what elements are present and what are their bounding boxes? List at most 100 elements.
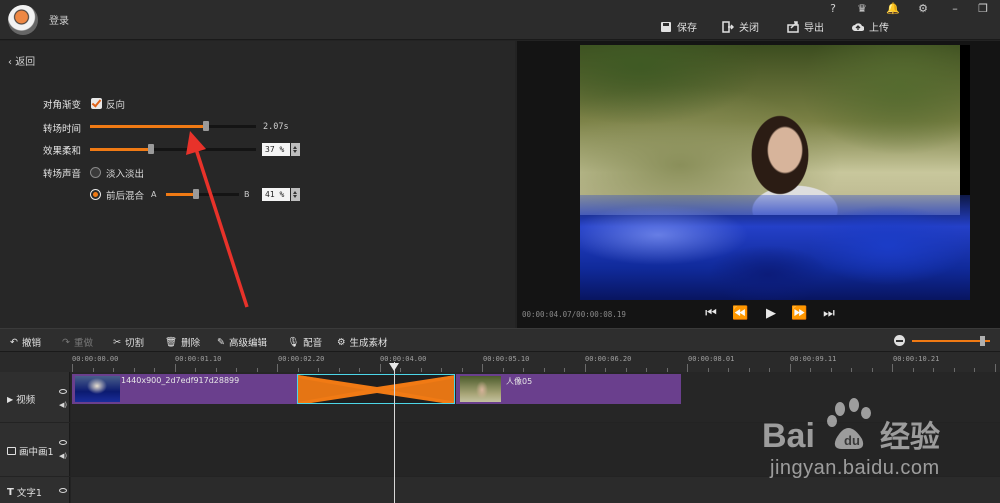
pip-track-header: 画中画1 ◀) [0,423,70,476]
upload-button[interactable]: 上传 [852,19,889,34]
ruler-tick [277,364,278,372]
ruler-label: 00:00:04.00 [380,355,427,363]
transition-sound-label: 转场声音 [43,169,82,180]
app-logo [8,5,38,35]
preview-panel: 00:00:04.07/00:00:08.19 ⏮ ⏪ ▶ ⏩ ⏭ [517,41,1000,328]
save-label: 保存 [677,23,697,34]
transition-time-fill [90,125,206,128]
reverse-label: 反向 [106,100,126,111]
skip-start-icon[interactable]: ⏮ [703,306,719,322]
ruler-tick [380,364,381,372]
dub-button[interactable]: 🎙 配音 [287,335,322,350]
speaker-icon[interactable]: ◀) [59,402,67,409]
trash-icon: 🗑 [165,336,178,348]
svg-text:Bai: Bai [762,417,815,455]
advanced-edit-label: 高级编辑 [228,338,267,349]
undo-label: 撤销 [21,338,41,349]
playhead-handle[interactable] [389,363,399,376]
eye-icon[interactable] [59,389,67,394]
effect-softness-handle[interactable] [148,144,154,154]
undo-button[interactable]: ↶ 撤销 [10,335,41,350]
transition-x-icon [298,375,454,403]
effect-softness-input[interactable]: 37 % [262,143,290,156]
exit-icon [722,20,734,33]
ruler-label: 00:00:02.20 [278,355,325,363]
ruler-tick [892,364,893,372]
back-button[interactable]: ‹ 返回 [8,53,35,68]
bell-icon[interactable]: 🔔 [886,2,900,16]
export-label: 导出 [804,23,824,34]
save-icon [661,21,671,32]
timeline-ruler[interactable]: 00:00:00.00 00:00:01.10 00:00:02.20 00:0… [0,352,1000,372]
back-label: 返回 [15,57,36,68]
help-icon[interactable]: ? [826,2,840,16]
video-clip[interactable]: 1440x900_2d7edf917d28899 [72,374,297,404]
redo-button[interactable]: ↷ 重做 [62,335,93,350]
mix-radio[interactable] [90,189,101,200]
fade-label: 淡入淡出 [106,169,145,180]
login-link[interactable]: 登录 [49,12,69,27]
effect-softness-stepper[interactable] [291,143,300,156]
mix-stepper[interactable] [291,188,300,201]
transition-time-handle[interactable] [203,121,209,131]
ruler-label: 00:00:01.10 [175,355,222,363]
zoom-slider[interactable] [912,340,990,342]
redo-label: 重做 [73,338,93,349]
step-back-icon[interactable]: ⏪ [732,306,748,322]
cut-label: 切割 [124,338,144,349]
zoom-out-icon[interactable] [894,335,905,346]
watermark-url: jingyan.baidu.com [770,457,940,479]
ruler-tick [72,364,73,372]
redo-icon: ↷ [62,336,70,348]
ruler-label: 00:00:05.10 [483,355,530,363]
ruler-tick [175,364,176,372]
preview-frame-blue-rocks [580,195,970,300]
film-reel-icon: ⚙ [337,336,346,348]
upload-label: 上传 [869,23,889,34]
transition-block[interactable] [297,374,455,404]
ruler-label: 00:00:08.01 [688,355,735,363]
playhead-line[interactable] [394,362,395,503]
close-button[interactable]: 关闭 [722,19,759,34]
crown-icon[interactable]: ♛ [855,2,869,16]
skip-end-icon[interactable]: ⏭ [821,306,837,322]
video-clip[interactable]: 人像05 [456,374,681,404]
video-track-title: ▶ 视频 [7,392,35,407]
pip-track-title: 画中画1 [7,444,54,458]
generate-button[interactable]: ⚙ 生成素材 [337,335,388,350]
play-icon[interactable]: ▶ [763,306,779,322]
undo-icon: ↶ [10,336,18,348]
red-arrow-annotation [186,131,249,308]
diagonal-gradient-label: 对角渐变 [43,100,82,111]
transition-time-label: 转场时间 [43,124,82,135]
minimize-icon[interactable]: – [948,2,962,16]
eye-icon[interactable] [59,488,67,493]
speaker-icon[interactable]: ◀) [59,453,67,460]
export-button[interactable]: 导出 [787,19,824,34]
advanced-edit-button[interactable]: ✎ 高级编辑 [217,335,267,350]
clip-thumbnail [75,376,120,402]
gear-icon[interactable]: ⚙ [916,2,930,16]
zoom-handle[interactable] [980,336,985,346]
clip-name: 1440x900_2d7edf917d28899 [121,376,240,385]
delete-button[interactable]: 🗑 删除 [165,335,201,350]
eye-icon[interactable] [59,440,67,445]
chevron-left-icon: ‹ [8,57,12,68]
save-button[interactable]: 保存 [660,19,697,34]
restore-icon[interactable]: ❐ [976,2,990,16]
transition-time-slider[interactable] [90,121,256,131]
cut-button[interactable]: ✂ 切割 [113,335,144,350]
mix-input[interactable]: 41 % [262,188,290,201]
ruler-tick [995,364,996,372]
microphone-icon: 🎙 [287,336,300,348]
pencil-icon: ✎ [217,336,225,348]
reverse-checkbox[interactable] [91,98,102,109]
fade-radio[interactable] [90,167,101,178]
preview-frame-portrait [580,45,960,215]
ruler-tick [687,364,688,372]
delete-label: 删除 [181,338,201,349]
cloud-upload-icon [852,22,864,31]
step-forward-icon[interactable]: ⏩ [791,306,807,322]
text-t-icon: T [7,486,14,498]
export-icon [787,20,799,33]
